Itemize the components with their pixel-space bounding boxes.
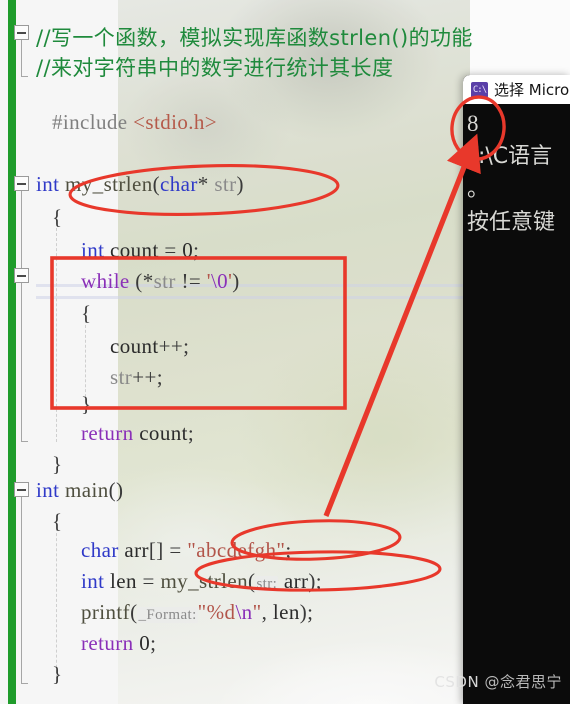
code-token: * bbox=[197, 172, 215, 196]
code-line[interactable]: { bbox=[52, 205, 62, 230]
code-line[interactable]: //来对字符串中的数字进行统计其长度 bbox=[36, 52, 393, 82]
code-token: //写一个函数，模拟实现库函数strlen()的功能 bbox=[36, 26, 473, 50]
code-token: != bbox=[175, 269, 207, 293]
code-line[interactable]: printf(_Format:"%d\n", len); bbox=[81, 600, 313, 625]
code-line[interactable]: } bbox=[81, 392, 91, 417]
code-token: _Format: bbox=[137, 607, 198, 623]
code-token: () bbox=[108, 478, 124, 502]
code-token: ( bbox=[152, 172, 161, 196]
code-token: ); bbox=[308, 569, 323, 593]
code-token: [] = bbox=[148, 538, 188, 562]
code-token: char bbox=[160, 172, 198, 196]
code-token: count bbox=[110, 334, 159, 358]
code-token: ++; bbox=[132, 365, 163, 389]
code-token: <stdio.h> bbox=[133, 110, 218, 134]
code-token: { bbox=[52, 509, 63, 533]
code-token: return bbox=[81, 421, 134, 445]
code-line[interactable]: int len = my_strlen(str: arr); bbox=[81, 569, 322, 594]
code-token: ) bbox=[232, 269, 240, 293]
watermark-brand: CSDN bbox=[434, 673, 480, 691]
code-token: int bbox=[81, 569, 111, 593]
code-token: "%d bbox=[197, 600, 236, 624]
code-token: \n bbox=[235, 600, 253, 624]
code-line[interactable]: } bbox=[52, 452, 62, 477]
code-line[interactable]: int count = 0; bbox=[81, 238, 199, 263]
code-token: \0 bbox=[210, 269, 229, 293]
code-line[interactable]: count++; bbox=[110, 334, 189, 359]
code-token: = bbox=[136, 569, 161, 593]
code-token: ); bbox=[299, 600, 314, 624]
console-line-result: 8 bbox=[467, 111, 479, 136]
code-token: //来对字符串中的数字进行统计其长度 bbox=[36, 56, 394, 80]
console-title-text: 选择 Micro bbox=[494, 81, 570, 99]
code-token: len bbox=[272, 600, 300, 624]
code-line[interactable]: int main() bbox=[36, 478, 123, 503]
code-token: count bbox=[139, 421, 188, 445]
code-token: { bbox=[52, 205, 63, 229]
code-token: " bbox=[252, 600, 262, 624]
code-token: int bbox=[36, 478, 66, 502]
code-token: (* bbox=[129, 269, 154, 293]
code-line[interactable]: while (*str != '\0') bbox=[81, 269, 240, 294]
code-token: } bbox=[81, 392, 92, 416]
code-line[interactable]: { bbox=[52, 509, 62, 534]
code-token: str: bbox=[255, 576, 279, 592]
code-token: main bbox=[65, 478, 109, 502]
code-token: ; bbox=[150, 631, 157, 655]
code-token: ; bbox=[285, 538, 292, 562]
code-line[interactable]: char arr[] = "abcdefgh"; bbox=[81, 538, 292, 563]
watermark-user: @念君思宁 bbox=[484, 673, 562, 691]
code-token: my_strlen bbox=[160, 569, 249, 593]
code-token: int bbox=[36, 172, 66, 196]
code-token: } bbox=[52, 662, 63, 686]
code-line[interactable]: int my_strlen(char* str) bbox=[36, 172, 244, 197]
code-token: count bbox=[110, 238, 159, 262]
code-token: #include bbox=[52, 110, 134, 134]
code-token: 0 bbox=[182, 238, 194, 262]
code-line[interactable]: str++; bbox=[110, 365, 163, 390]
code-token: char bbox=[81, 538, 125, 562]
code-token: 0 bbox=[139, 631, 151, 655]
code-line[interactable]: //写一个函数，模拟实现库函数strlen()的功能 bbox=[36, 22, 473, 52]
console-line-prompt: 按任意键 bbox=[467, 210, 556, 235]
code-token: my_strlen bbox=[65, 172, 153, 196]
debug-console-window[interactable]: C:\ 选择 Micro 8 F:\C语言 。 按任意键 bbox=[463, 75, 570, 704]
code-token: return bbox=[81, 631, 134, 655]
code-token: int bbox=[81, 238, 111, 262]
code-token: len bbox=[110, 569, 137, 593]
code-token: { bbox=[81, 301, 92, 325]
code-token: while bbox=[81, 269, 130, 293]
console-output: 8 F:\C语言 。 按任意键 bbox=[463, 104, 570, 704]
code-token: = bbox=[158, 238, 183, 262]
code-line[interactable]: { bbox=[81, 301, 91, 326]
code-token: "abcdefgh" bbox=[187, 538, 286, 562]
code-token: printf bbox=[81, 600, 131, 624]
code-token: str bbox=[153, 269, 176, 293]
console-app-icon: C:\ bbox=[471, 81, 488, 98]
console-line-path: F:\C语言 bbox=[467, 144, 553, 169]
code-line[interactable]: } bbox=[52, 662, 62, 687]
code-line[interactable]: #include <stdio.h> bbox=[52, 110, 217, 135]
code-token: str bbox=[214, 172, 237, 196]
console-title-bar[interactable]: C:\ 选择 Micro bbox=[463, 75, 570, 104]
code-token: ++; bbox=[158, 334, 190, 358]
code-token: arr bbox=[124, 538, 149, 562]
code-token: , bbox=[261, 600, 273, 624]
vs-editor-screenshot: //写一个函数，模拟实现库函数strlen()的功能 //来对字符串中的数字进行统… bbox=[0, 0, 570, 704]
code-token: } bbox=[52, 452, 63, 476]
code-token: ; bbox=[187, 421, 195, 445]
code-line[interactable]: return count; bbox=[81, 421, 194, 446]
code-token: ; bbox=[193, 238, 200, 262]
code-token: arr bbox=[278, 569, 309, 593]
watermark: CSDN @念君思宁 bbox=[434, 671, 562, 692]
console-line-period: 。 bbox=[467, 177, 490, 202]
code-token: str bbox=[110, 365, 133, 389]
code-line[interactable]: return 0; bbox=[81, 631, 156, 656]
code-token: ) bbox=[236, 172, 244, 196]
